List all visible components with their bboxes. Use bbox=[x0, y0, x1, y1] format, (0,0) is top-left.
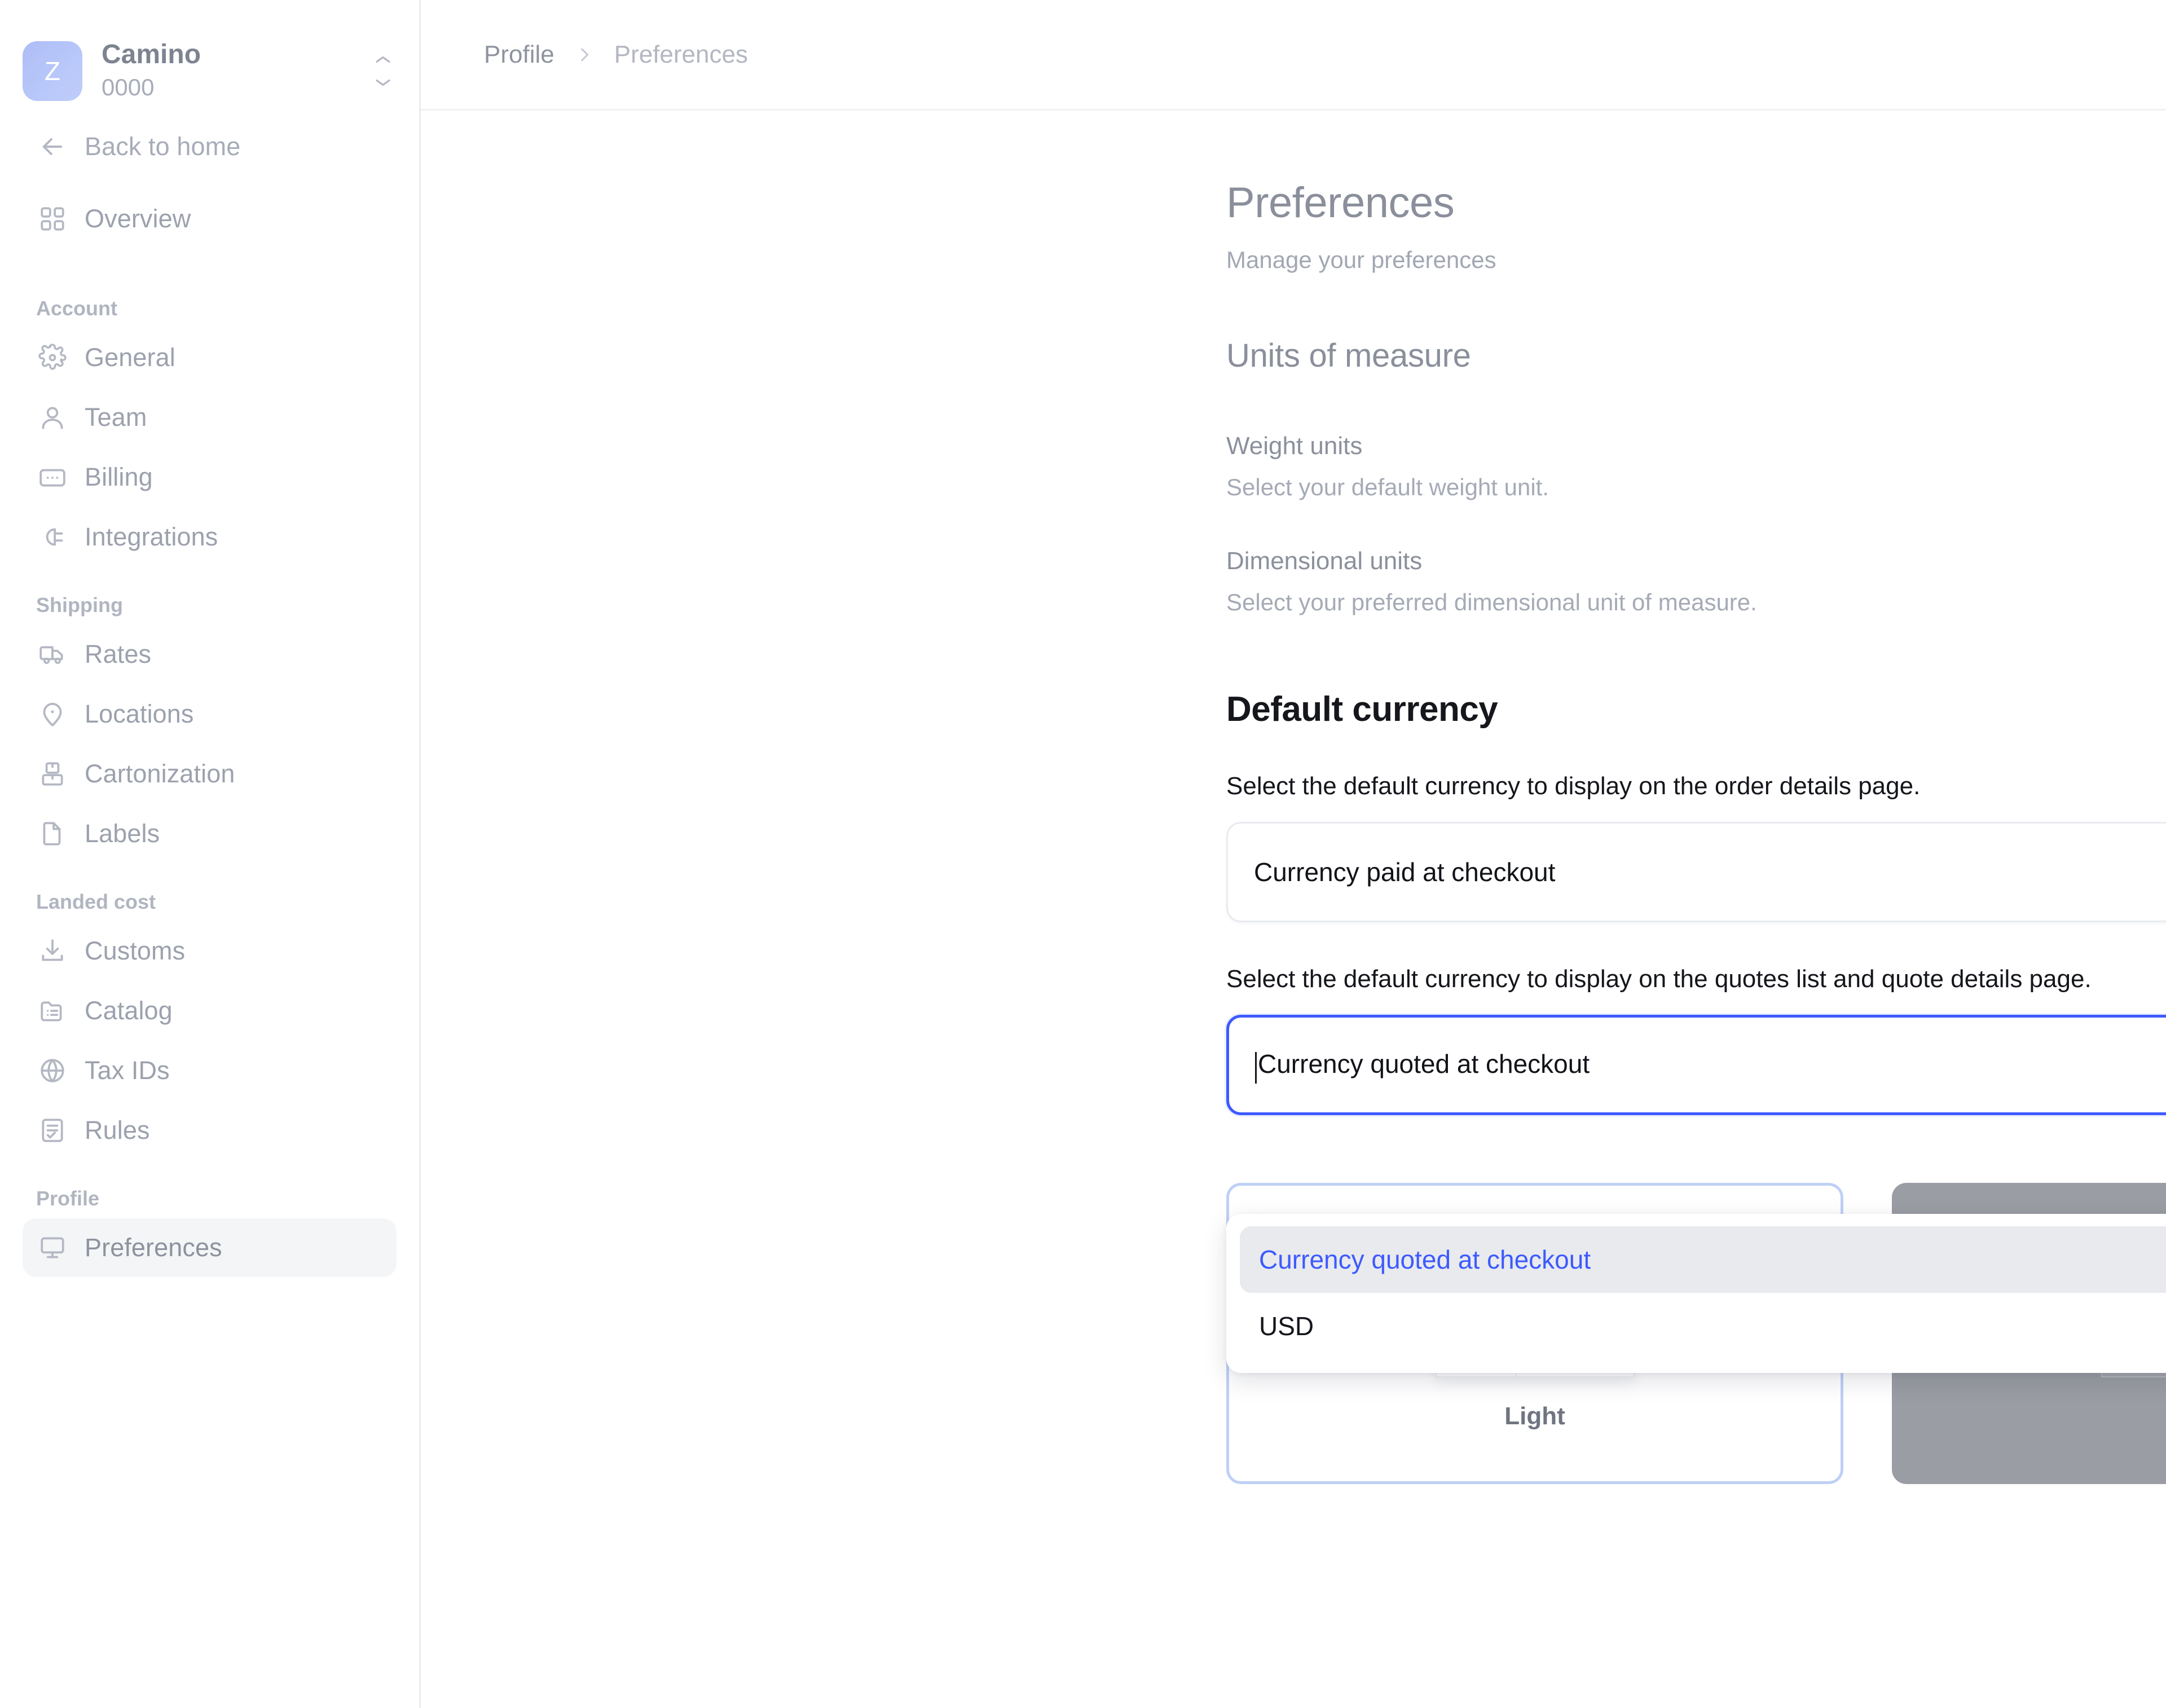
sidebar-item-label: Overview bbox=[85, 204, 191, 233]
org-switcher[interactable]: Z Camino 0000 bbox=[0, 0, 419, 113]
dimensional-units-label: Dimensional units bbox=[1226, 547, 1423, 575]
chevron-right-icon bbox=[575, 45, 594, 64]
plug-icon bbox=[36, 523, 69, 551]
sidebar-item-label: Rules bbox=[85, 1116, 150, 1144]
quotes-currency-label: Select the default currency to display o… bbox=[1226, 965, 2092, 993]
weight-units-description: Select your default weight unit. bbox=[1226, 474, 1549, 500]
order-currency-select[interactable]: Currency paid at checkout bbox=[1226, 822, 2166, 922]
dropdown-option-label: Currency quoted at checkout bbox=[1259, 1245, 1591, 1274]
globe-icon bbox=[36, 1057, 69, 1085]
sidebar-group-profile: Profile bbox=[36, 1187, 100, 1210]
dropdown-option-label: USD bbox=[1259, 1311, 1314, 1341]
sidebar-nav: Back to home Overview Account General Te… bbox=[0, 117, 419, 1277]
sidebar-item-label: Customs bbox=[85, 936, 186, 965]
breadcrumb-current: Preferences bbox=[614, 40, 748, 68]
avatar: Z bbox=[23, 41, 82, 101]
sidebar-item-label: Back to home bbox=[85, 132, 241, 161]
boxes-icon bbox=[36, 760, 69, 788]
weight-units-row: Weight units Select your default weight … bbox=[1226, 426, 2166, 501]
dropdown-option-currency-quoted[interactable]: Currency quoted at checkout bbox=[1240, 1226, 2166, 1293]
weight-units-text: Weight units Select your default weight … bbox=[1226, 426, 1549, 501]
order-currency-value: Currency paid at checkout bbox=[1254, 857, 1556, 887]
gear-icon bbox=[36, 344, 69, 372]
sidebar-item-cartonization[interactable]: Cartonization bbox=[23, 745, 397, 803]
sidebar-group-shipping: Shipping bbox=[36, 593, 123, 617]
sidebar-item-label: Preferences bbox=[85, 1233, 222, 1262]
page-title: Preferences bbox=[1226, 179, 1455, 227]
quotes-currency-value-wrap: Currency quoted at checkout bbox=[1255, 1049, 1590, 1084]
sidebar-item-label: Integrations bbox=[85, 522, 218, 551]
breadcrumb-parent[interactable]: Profile bbox=[484, 41, 554, 69]
sidebar-item-preferences[interactable]: Preferences bbox=[23, 1218, 397, 1277]
topbar: Profile Preferences bbox=[421, 0, 2166, 111]
sidebar-item-tax-ids[interactable]: Tax IDs bbox=[23, 1041, 397, 1100]
units-of-measure-heading: Units of measure bbox=[1226, 337, 1471, 374]
dropdown-option-usd[interactable]: USD bbox=[1240, 1293, 2166, 1359]
monitor-icon bbox=[36, 1234, 69, 1262]
main-content: Profile Preferences Preferences Manage y… bbox=[421, 0, 2166, 1708]
dimensional-units-description: Select your preferred dimensional unit o… bbox=[1226, 589, 1757, 615]
sidebar-item-catalog[interactable]: Catalog bbox=[23, 981, 397, 1040]
sidebar-group-landed-cost: Landed cost bbox=[36, 890, 156, 913]
grid-icon bbox=[36, 205, 69, 233]
sidebar-item-label: Cartonization bbox=[85, 759, 235, 788]
sidebar-item-overview[interactable]: Overview bbox=[23, 190, 397, 248]
quotes-currency-dropdown: Currency quoted at checkout USD bbox=[1226, 1214, 2166, 1373]
truck-icon bbox=[36, 640, 69, 668]
theme-label-light: Light bbox=[1504, 1402, 1565, 1430]
org-id: 0000 bbox=[102, 74, 155, 101]
sidebar-item-labels[interactable]: Labels bbox=[23, 804, 397, 863]
default-currency-section: Default currency Select the default curr… bbox=[1226, 689, 2166, 1115]
sidebar-item-label: Tax IDs bbox=[85, 1056, 170, 1085]
sidebar-item-back-to-home[interactable]: Back to home bbox=[23, 117, 397, 176]
map-pin-icon bbox=[36, 700, 69, 728]
sidebar-item-label: Locations bbox=[85, 699, 194, 728]
sidebar-item-billing[interactable]: Billing bbox=[23, 448, 397, 507]
quotes-currency-value: Currency quoted at checkout bbox=[1258, 1049, 1590, 1078]
sidebar-item-label: General bbox=[85, 343, 175, 372]
org-name: Camino bbox=[102, 39, 201, 70]
sidebar-item-rates[interactable]: Rates bbox=[23, 625, 397, 684]
sidebar: Z Camino 0000 Back to home Overview Acco… bbox=[0, 0, 421, 1708]
chevron-up-down-icon[interactable] bbox=[369, 56, 397, 86]
folder-list-icon bbox=[36, 997, 69, 1025]
card-icon bbox=[36, 463, 69, 491]
sidebar-item-rules[interactable]: Rules bbox=[23, 1101, 397, 1160]
default-currency-heading: Default currency bbox=[1226, 690, 1498, 729]
order-currency-label: Select the default currency to display o… bbox=[1226, 772, 1921, 800]
sidebar-item-label: Catalog bbox=[85, 996, 173, 1025]
sidebar-item-general[interactable]: General bbox=[23, 328, 397, 387]
arrow-left-icon bbox=[36, 132, 69, 161]
page-subtitle: Manage your preferences bbox=[1226, 246, 1496, 273]
sidebar-item-label: Billing bbox=[85, 463, 153, 491]
dimensional-units-text: Dimensional units Select your preferred … bbox=[1226, 542, 1757, 616]
file-icon bbox=[36, 820, 69, 848]
org-text: Camino 0000 bbox=[102, 39, 369, 103]
sidebar-group-account: Account bbox=[36, 297, 117, 320]
weight-units-label: Weight units bbox=[1226, 432, 1363, 460]
quotes-currency-select[interactable]: Currency quoted at checkout bbox=[1226, 1015, 2166, 1115]
text-caret bbox=[1255, 1052, 1257, 1084]
clipboard-check-icon bbox=[36, 1116, 69, 1144]
sidebar-item-label: Team bbox=[85, 403, 147, 432]
sidebar-item-team[interactable]: Team bbox=[23, 388, 397, 447]
dimensional-units-row: Dimensional units Select your preferred … bbox=[1226, 542, 2166, 616]
user-icon bbox=[36, 403, 69, 432]
sidebar-item-integrations[interactable]: Integrations bbox=[23, 508, 397, 566]
sidebar-item-label: Rates bbox=[85, 640, 152, 668]
download-icon bbox=[36, 937, 69, 965]
sidebar-item-locations[interactable]: Locations bbox=[23, 685, 397, 743]
app-root: Z Camino 0000 Back to home Overview Acco… bbox=[0, 0, 2166, 1708]
sidebar-item-customs[interactable]: Customs bbox=[23, 922, 397, 980]
sidebar-item-label: Labels bbox=[85, 819, 160, 848]
